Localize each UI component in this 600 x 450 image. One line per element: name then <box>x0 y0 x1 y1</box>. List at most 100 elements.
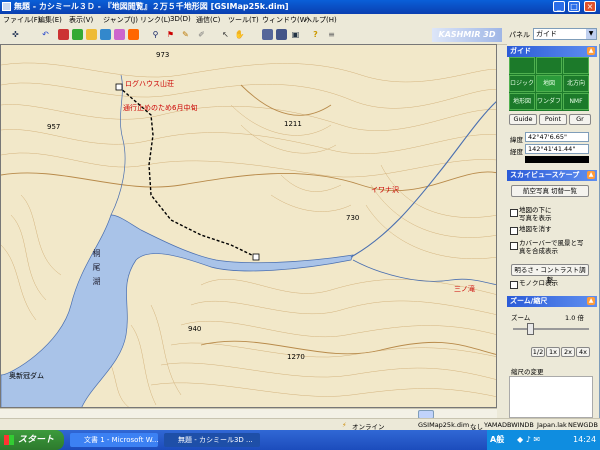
scale-2x-button[interactable]: 2x <box>561 347 575 357</box>
side-panel: ガイド ▲ ロジック 地図 北方向 地形図 ワンダフル NMF Guide Po… <box>507 44 599 418</box>
iwana-label: イワナ沢 <box>371 186 399 194</box>
guide-grid[interactable]: ロジック 地図 北方向 地形図 ワンダフル NMF <box>509 57 589 111</box>
back-icon[interactable]: ↶ <box>40 29 51 40</box>
menu-comm[interactable]: 通信(C) <box>196 15 220 25</box>
scale-half-button[interactable]: 1/2 <box>531 347 545 357</box>
close-button[interactable]: × <box>584 1 596 12</box>
menu-jump[interactable]: ジャンプ(J) <box>103 15 138 25</box>
collapse-icon[interactable]: ▲ <box>587 171 595 179</box>
start-button[interactable]: スタート <box>0 430 64 450</box>
point-mode-button[interactable]: Point <box>539 114 567 125</box>
menu-3d[interactable]: 3D(D) <box>170 15 191 23</box>
road-note-label: 通行止めのため6月中旬 <box>123 104 198 112</box>
window-icon[interactable] <box>276 29 287 40</box>
gr-mode-button[interactable]: Gr <box>569 114 591 125</box>
elevation-label: 957 <box>47 123 61 131</box>
tray-icons[interactable]: ◆ ♪ ✉ <box>517 435 540 444</box>
overlay-label: 地図の下に 写真を表示 <box>519 206 552 222</box>
guide-mode-button[interactable]: Guide <box>509 114 537 125</box>
scale-4x-button[interactable]: 4x <box>576 347 590 357</box>
river <box>350 101 496 258</box>
elevation-label: 1211 <box>284 120 302 128</box>
menu-edit[interactable]: 編集(E) <box>38 15 62 25</box>
panel-select[interactable]: ガイド ▼ <box>533 28 597 40</box>
scale-list[interactable] <box>509 376 593 418</box>
ime-indicator[interactable]: A般 <box>490 434 504 445</box>
brand-logo: KASHMIR 3D <box>432 28 502 42</box>
map-tool-icon[interactable] <box>114 29 125 40</box>
help-icon[interactable]: ? <box>310 29 321 40</box>
menu-window[interactable]: ウィンドウ(W) <box>262 15 309 25</box>
guide-cell[interactable] <box>536 57 562 74</box>
chevron-down-icon[interactable]: ▼ <box>586 29 596 39</box>
zoom-header-label: ズーム/縮尺 <box>510 297 548 305</box>
measure-icon[interactable]: ✎ <box>180 29 191 40</box>
app-icon <box>2 2 11 11</box>
guide-cell[interactable]: ロジック <box>509 75 535 92</box>
info-icon[interactable]: ≡ <box>326 29 337 40</box>
guide-cell[interactable]: NMF <box>563 93 589 110</box>
panel-icon[interactable] <box>262 29 273 40</box>
overlay-checkbox[interactable] <box>510 209 518 217</box>
zoom-slider-track[interactable] <box>513 328 589 330</box>
taskbar-item-word[interactable]: 文書 1 - Microsoft W... <box>70 433 158 447</box>
cursor-icon[interactable]: ↖ <box>220 29 231 40</box>
menu-help[interactable]: ヘルプ(H) <box>305 15 337 25</box>
menu-link[interactable]: リンク(L) <box>140 15 170 25</box>
guide-cell[interactable]: ワンダフル <box>536 93 562 110</box>
mono-checkbox[interactable] <box>510 281 518 289</box>
taskbar: スタート 文書 1 - Microsoft W... 無題 - カシミール3D … <box>0 430 600 450</box>
zoom-value: 1.0 倍 <box>565 314 584 322</box>
map-view[interactable]: 973 ログハウス山荘 通行止めのため6月中旬 957 1211 イワナ沢 73… <box>0 44 497 408</box>
taskbar-item-kashmir[interactable]: 無題 - カシミール3D ... <box>164 433 260 447</box>
region-status: Japan.lak <box>537 421 567 429</box>
guide-cell[interactable]: 北方向 <box>563 75 589 92</box>
elevation-label: 973 <box>156 51 170 59</box>
sky-header[interactable]: スカイビュースケープ ▲ <box>507 170 597 181</box>
collapse-icon[interactable]: ▲ <box>587 47 595 55</box>
title-bar: 無題 - カシミール３Ｄ - 『地図閲覧』２万５千地形図 [GSIMap25k.… <box>0 0 600 14</box>
altitude-bar <box>525 156 589 163</box>
menu-file[interactable]: ファイル(F) <box>3 15 41 25</box>
binoculars-icon[interactable]: ⚲ <box>150 29 161 40</box>
guide-header[interactable]: ガイド ▲ <box>507 46 597 57</box>
guide-cell[interactable] <box>509 57 535 74</box>
zoom-slider-thumb[interactable] <box>527 323 534 335</box>
latitude-label: 緯度 <box>510 136 523 144</box>
aerial-photo-list-button[interactable]: 航空写真 切替一覧 <box>511 185 589 197</box>
guide-cell[interactable] <box>563 57 589 74</box>
waterfall-label: 三ノ滝 <box>454 285 475 293</box>
brightness-button[interactable]: 明るさ・コントラスト調整 <box>511 264 589 284</box>
map-tool-icon[interactable] <box>72 29 83 40</box>
menu-tools[interactable]: ツール(T) <box>228 15 259 25</box>
map-tool-icon[interactable] <box>100 29 111 40</box>
route-icon[interactable]: ⚑ <box>165 29 176 40</box>
guide-cell[interactable]: 地図 <box>536 75 562 92</box>
windows-flag-icon <box>4 435 14 445</box>
start-label: スタート <box>18 435 55 445</box>
hand-icon[interactable]: ✋ <box>234 29 245 40</box>
locate-icon[interactable]: ✜ <box>10 29 21 40</box>
save-icon[interactable]: ▣ <box>290 29 301 40</box>
dim-file: GSIMap25k.dim <box>418 421 470 429</box>
guide-cell[interactable]: 地形図 <box>509 93 535 110</box>
window-title: 無題 - カシミール３Ｄ - 『地図閲覧』２万５千地形図 [GSIMap25k.… <box>14 2 289 11</box>
blend-checkbox[interactable] <box>510 242 518 250</box>
map-tool-icon[interactable] <box>86 29 97 40</box>
collapse-icon[interactable]: ▲ <box>587 297 595 305</box>
map-tool-icon[interactable] <box>128 29 139 40</box>
dam-label: 奥新冠ダム <box>9 372 44 380</box>
blend-label: カバーバーで風景と写 真を合成表示 <box>519 239 584 255</box>
panel-label: パネル <box>509 31 530 39</box>
elevation-label: 940 <box>188 325 202 333</box>
hide-map-checkbox[interactable] <box>510 227 518 235</box>
scale-1x-button[interactable]: 1x <box>546 347 560 357</box>
db-status: YAMADBWINDB <box>484 421 534 429</box>
map-tool-icon[interactable] <box>58 29 69 40</box>
menu-view[interactable]: 表示(V) <box>69 15 93 25</box>
pencil-icon[interactable]: ✐ <box>196 29 207 40</box>
zoom-header[interactable]: ズーム/縮尺 ▲ <box>507 296 597 307</box>
maximize-button[interactable]: □ <box>568 1 580 12</box>
topographic-map <box>1 62 496 407</box>
minimize-button[interactable]: _ <box>553 1 565 12</box>
